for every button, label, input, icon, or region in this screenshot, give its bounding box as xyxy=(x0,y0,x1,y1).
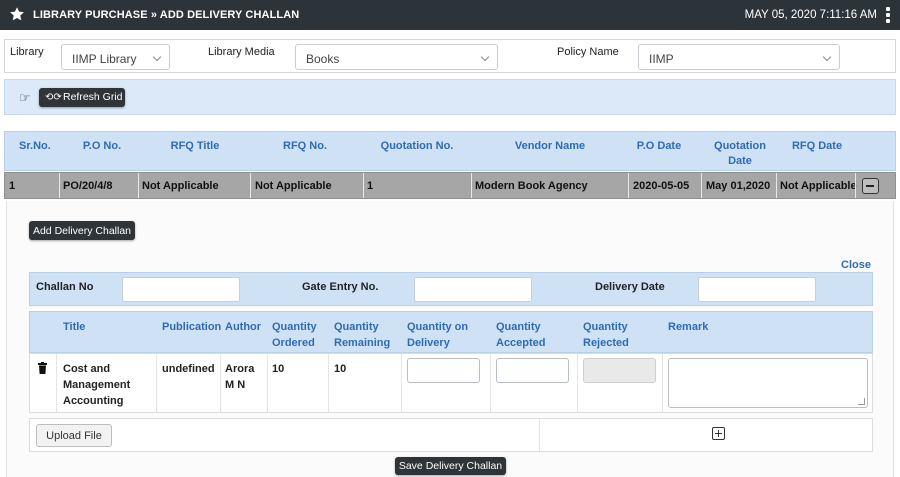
policy-name-select-value: IIMP xyxy=(649,52,674,66)
save-delivery-challan-button[interactable]: Save Delivery Challan xyxy=(395,457,506,475)
library-media-label: Library Media xyxy=(208,46,275,58)
column-header-title: Title xyxy=(63,321,86,333)
column-header-remark: Remark xyxy=(668,321,709,333)
item-quantity-ordered: 10 xyxy=(272,363,285,375)
column-header-sr-no[interactable]: Sr.No. xyxy=(19,139,51,154)
quantity-rejected-input xyxy=(583,358,656,383)
challan-info-bar: Challan No Gate Entry No. Delivery Date xyxy=(29,272,873,306)
cell-rfq-title: Not Applicable xyxy=(142,180,219,192)
column-header-quantity-rejected: Quantity Rejected xyxy=(583,321,629,349)
minus-icon xyxy=(866,185,874,187)
add-delivery-challan-button[interactable]: Add Delivery Challan xyxy=(29,221,135,240)
policy-name-select[interactable]: IIMP xyxy=(638,44,840,70)
remark-textarea[interactable] xyxy=(668,358,868,408)
item-quantity-remaining: 10 xyxy=(334,363,347,375)
cell-sr-no: 1 xyxy=(9,180,16,192)
library-media-select-value: Books xyxy=(306,52,340,66)
delivery-date-label: Delivery Date xyxy=(595,281,665,293)
refresh-icon: ⟲⟳ xyxy=(45,92,62,103)
add-row-plus-icon[interactable] xyxy=(712,427,725,440)
quantity-accepted-input[interactable] xyxy=(496,358,569,383)
po-grid-row[interactable]: 1 PO/20/4/8 Not Applicable Not Applicabl… xyxy=(4,172,896,199)
column-header-quotation-no[interactable]: Quotation No. xyxy=(375,139,459,154)
column-header-po-no[interactable]: P.O No. xyxy=(77,139,127,154)
page-title: LIBRARY PURCHASE » ADD DELIVERY CHALLAN xyxy=(33,9,300,21)
gate-entry-input[interactable] xyxy=(414,277,532,302)
cell-po-date: 2020-05-05 xyxy=(633,180,690,192)
item-table-header: Title Publication Author Quantity Ordere… xyxy=(29,311,873,353)
library-select[interactable]: IIMP Library xyxy=(61,44,170,70)
delivery-challan-panel: Add Delivery Challan Close Challan No Ga… xyxy=(6,201,894,477)
more-options-icon[interactable] xyxy=(886,7,891,23)
challan-no-input[interactable] xyxy=(122,277,240,302)
delivery-date-input[interactable] xyxy=(698,277,816,302)
column-header-rfq-date[interactable]: RFQ Date xyxy=(783,139,851,154)
policy-name-label: Policy Name xyxy=(557,46,619,58)
column-header-publication: Publication xyxy=(162,321,222,333)
item-publication: undefined xyxy=(162,363,215,375)
item-author: Arora M N xyxy=(225,363,255,391)
challan-no-label: Challan No xyxy=(36,281,94,293)
cell-po-no: PO/20/4/8 xyxy=(63,180,113,192)
column-header-quantity-remaining: Quantity Remaining xyxy=(334,321,391,349)
column-header-quantity-on-delivery: Quantity on Delivery xyxy=(407,321,469,349)
column-header-quotation-date[interactable]: Quotation Date xyxy=(709,139,771,169)
quantity-on-delivery-input[interactable] xyxy=(407,358,480,383)
item-title: Cost and Management Accounting xyxy=(63,363,131,407)
chevron-down-icon xyxy=(480,52,490,62)
item-row: Cost and Management Accounting undefined… xyxy=(29,353,873,413)
column-header-vendor-name[interactable]: Vendor Name xyxy=(500,139,600,154)
star-icon[interactable] xyxy=(9,6,25,22)
gate-entry-label: Gate Entry No. xyxy=(302,281,379,293)
cell-quotation-no: 1 xyxy=(367,180,374,192)
pointing-hand-icon: ☞ xyxy=(19,90,31,105)
top-bar: LIBRARY PURCHASE » ADD DELIVERY CHALLAN … xyxy=(0,0,900,30)
column-header-po-date[interactable]: P.O Date xyxy=(631,139,687,154)
chevron-down-icon xyxy=(822,52,832,62)
column-header-author: Author xyxy=(225,321,262,333)
filter-bar: Library IIMP Library Library Media Books… xyxy=(4,39,896,73)
resize-handle-icon[interactable] xyxy=(858,398,865,405)
refresh-grid-label: Refresh Grid xyxy=(63,91,123,103)
column-header-rfq-title[interactable]: RFQ Title xyxy=(165,139,225,154)
collapse-row-button[interactable] xyxy=(862,178,879,194)
library-media-select[interactable]: Books xyxy=(295,44,498,70)
refresh-grid-button[interactable]: ⟲⟳Refresh Grid xyxy=(39,88,125,107)
cell-vendor-name: Modern Book Agency xyxy=(475,180,588,192)
cell-quotation-date: May 01,2020 xyxy=(706,180,771,192)
library-label: Library xyxy=(10,46,44,58)
cell-rfq-no: Not Applicable xyxy=(255,180,332,192)
po-grid-header: Sr.No. P.O No. RFQ Title RFQ No. Quotati… xyxy=(4,131,896,171)
trash-icon[interactable] xyxy=(38,362,47,374)
chevron-down-icon xyxy=(152,52,162,62)
column-header-rfq-no[interactable]: RFQ No. xyxy=(275,139,335,154)
cell-rfq-date: Not Applicable xyxy=(780,180,857,192)
toolbar: ☞ ⟲⟳Refresh Grid xyxy=(4,79,896,115)
column-header-quantity-ordered: Quantity Ordered xyxy=(272,321,317,349)
library-select-value: IIMP Library xyxy=(72,52,137,66)
close-link[interactable]: Close xyxy=(841,259,871,271)
upload-file-button[interactable]: Upload File xyxy=(36,424,112,447)
column-header-quantity-accepted: Quantity Accepted xyxy=(496,321,546,349)
upload-row: Upload File xyxy=(29,418,873,452)
datetime-display: MAY 05, 2020 7:11:16 AM xyxy=(744,9,877,21)
